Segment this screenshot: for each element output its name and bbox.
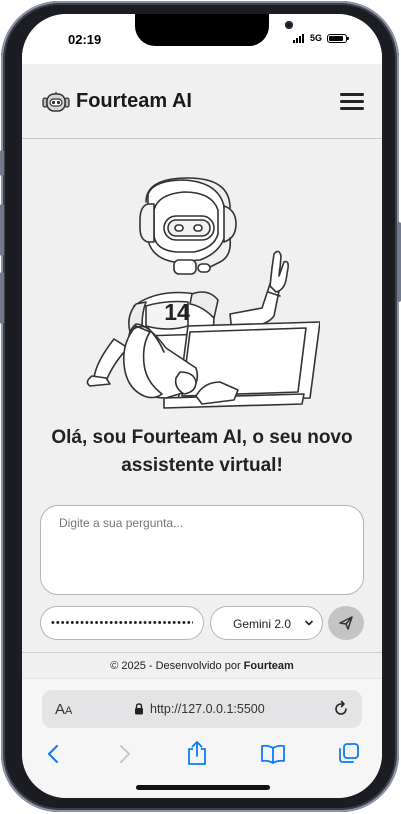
browser-chrome: AA http://127.0.0.1:5500 bbox=[22, 678, 382, 798]
footer-text: © 2025 - Desenvolvido por bbox=[110, 660, 244, 672]
send-icon bbox=[339, 616, 353, 630]
robot-logo-icon bbox=[42, 91, 70, 112]
robot-mascot-illustration: 14 bbox=[86, 177, 320, 409]
back-icon[interactable] bbox=[46, 743, 62, 765]
api-key-input[interactable] bbox=[40, 606, 204, 640]
battery-icon bbox=[327, 34, 349, 43]
share-icon[interactable] bbox=[186, 740, 208, 766]
bookmarks-icon[interactable] bbox=[260, 744, 286, 764]
send-button[interactable] bbox=[328, 606, 364, 640]
text-size-small-glyph: A bbox=[65, 705, 73, 717]
model-selected-label: Gemini 2.0 bbox=[233, 617, 292, 631]
signal-icon bbox=[293, 34, 304, 43]
lock-icon bbox=[135, 703, 143, 715]
address-bar[interactable]: AA http://127.0.0.1:5500 bbox=[42, 690, 362, 728]
tabs-icon[interactable] bbox=[338, 742, 360, 764]
app-title: Fourteam AI bbox=[76, 90, 192, 112]
menu-icon[interactable] bbox=[340, 92, 364, 110]
power-button bbox=[397, 222, 401, 302]
mascot-jersey-number: 14 bbox=[164, 299, 190, 325]
page-footer: © 2025 - Desenvolvido por Fourteam bbox=[22, 652, 382, 679]
home-indicator bbox=[136, 785, 270, 790]
status-time: 02:19 bbox=[68, 32, 102, 47]
reload-icon[interactable] bbox=[332, 700, 350, 718]
screen: 02:19 5G Fourteam AI 14 Olá, sou Fourtea… bbox=[22, 14, 382, 798]
url-text: http://127.0.0.1:5500 bbox=[150, 702, 265, 716]
footer-brand: Fourteam bbox=[243, 660, 294, 672]
question-input[interactable] bbox=[40, 505, 364, 595]
text-size-button[interactable]: AA bbox=[55, 701, 72, 718]
forward-icon[interactable] bbox=[116, 743, 132, 765]
text-size-big-glyph: A bbox=[55, 701, 66, 718]
chevron-down-icon bbox=[305, 620, 313, 626]
camera-icon bbox=[285, 21, 293, 29]
welcome-heading: Olá, sou Fourteam AI, o seu novo assiste… bbox=[51, 427, 353, 476]
network-type: 5G bbox=[310, 33, 323, 43]
volume-up-button bbox=[0, 204, 4, 256]
dynamic-island bbox=[135, 14, 293, 46]
status-bar: 02:19 5G bbox=[22, 14, 382, 64]
app-header: Fourteam AI bbox=[22, 64, 382, 139]
model-select[interactable]: Gemini 2.0 bbox=[210, 606, 323, 640]
volume-down-button bbox=[0, 272, 4, 324]
action-button bbox=[0, 150, 4, 176]
